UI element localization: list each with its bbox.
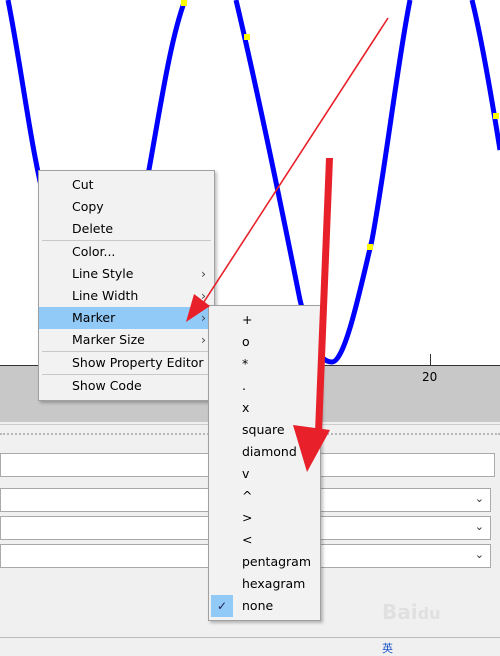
data-marker (493, 113, 499, 119)
menu-label: Line Width (72, 288, 139, 303)
menu-item-cut[interactable]: Cut (39, 174, 214, 196)
marker-option-diamond[interactable]: diamond (209, 441, 320, 463)
marker-option-x[interactable]: x (209, 397, 320, 419)
marker-option-hexagram[interactable]: hexagram (209, 573, 320, 595)
menu-label: Marker (72, 310, 116, 325)
menu-item-line-width[interactable]: Line Width › (39, 285, 214, 307)
menu-item-show-code[interactable]: Show Code (39, 375, 214, 397)
marker-option-plus[interactable]: + (209, 309, 320, 331)
x-tick-label: 20 (422, 370, 438, 384)
menu-item-copy[interactable]: Copy (39, 196, 214, 218)
context-menu: Cut Copy Delete Color... Line Style › Lin… (38, 170, 215, 401)
data-marker (181, 0, 187, 6)
taskbar-ime[interactable]: 英 (382, 640, 393, 655)
marker-option-triangle-up[interactable]: ^ (209, 485, 320, 507)
chevron-right-icon: › (201, 288, 206, 303)
menu-label: Marker Size (72, 332, 145, 347)
chevron-right-icon: › (201, 332, 206, 347)
menu-item-color[interactable]: Color... (39, 241, 214, 263)
watermark-logo: Baidu (382, 600, 441, 624)
marker-option-none[interactable]: ✓ none (209, 595, 320, 617)
data-marker (244, 34, 250, 40)
marker-option-triangle-down[interactable]: v (209, 463, 320, 485)
chevron-right-icon: › (201, 310, 206, 325)
menu-item-marker-size[interactable]: Marker Size › (39, 329, 214, 351)
menu-label: Line Style (72, 266, 134, 281)
menu-item-line-style[interactable]: Line Style › (39, 263, 214, 285)
chevron-down-icon: ⌄ (474, 492, 484, 505)
marker-option-point[interactable]: . (209, 375, 320, 397)
chevron-right-icon: › (201, 266, 206, 281)
marker-option-triangle-right[interactable]: > (209, 507, 320, 529)
marker-option-triangle-left[interactable]: < (209, 529, 320, 551)
menu-item-delete[interactable]: Delete (39, 218, 214, 240)
chevron-down-icon: ⌄ (474, 548, 484, 561)
marker-option-pentagram[interactable]: pentagram (209, 551, 320, 573)
menu-item-show-property-editor[interactable]: Show Property Editor (39, 352, 214, 374)
menu-label: none (242, 598, 274, 613)
chevron-down-icon: ⌄ (474, 520, 484, 533)
marker-option-asterisk[interactable]: * (209, 353, 320, 375)
marker-option-square[interactable]: square (209, 419, 320, 441)
marker-option-circle[interactable]: o (209, 331, 320, 353)
data-marker (367, 244, 373, 250)
menu-item-marker[interactable]: Marker › (39, 307, 214, 329)
marker-submenu: + o * . x square diamond v ^ > < pentagr… (208, 305, 321, 621)
x-tick (430, 354, 431, 366)
checkmark-icon: ✓ (211, 595, 233, 617)
